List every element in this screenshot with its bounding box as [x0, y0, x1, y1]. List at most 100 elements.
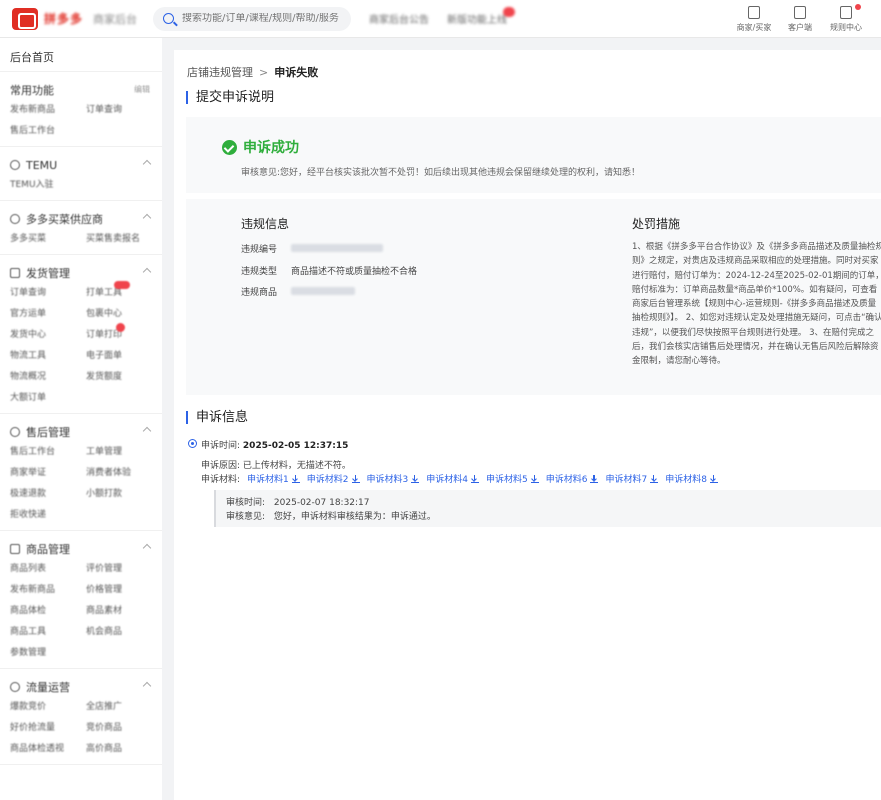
search-icon: [163, 13, 175, 24]
download-icon: [351, 474, 360, 483]
sidebar-item[interactable]: 商品体检透视: [10, 741, 86, 758]
sidebar-item[interactable]: 商品体检: [10, 603, 86, 620]
tool-message[interactable]: 商家/买家: [731, 0, 777, 38]
sidebar: 后台首页 常用功能 编辑 发布新商品 订单查询 售后工作台 TEMU TEMU入…: [0, 38, 162, 800]
sidebar-item[interactable]: 爆款竞价: [10, 699, 86, 716]
edit-link[interactable]: 编辑: [134, 84, 150, 95]
tool-rules[interactable]: 规则中心: [823, 0, 869, 38]
sidebar-item[interactable]: 多多买菜: [10, 231, 86, 248]
punishment-text: 1、根据《拼多多平台合作协议》及《拼多多商品描述及质量抽检规则》之规定，对贵店及…: [632, 242, 881, 367]
review-time-label: 审核时间:: [226, 498, 266, 508]
section-title: 售后管理: [26, 426, 70, 439]
sidebar-item[interactable]: 竞价商品: [86, 720, 156, 737]
gear-icon: [10, 214, 20, 224]
sidebar-item[interactable]: 价格管理: [86, 582, 156, 599]
sidebar-item[interactable]: 极速退款: [10, 486, 86, 503]
material-link-text: 申诉材料5: [485, 475, 528, 485]
sidebar-item[interactable]: 大额订单: [10, 390, 86, 407]
section-header[interactable]: 发货管理: [10, 263, 162, 283]
sidebar-item[interactable]: 订单查询: [10, 285, 86, 302]
material-link-6[interactable]: 申诉材料6: [546, 472, 599, 485]
sidebar-item[interactable]: TEMU入驻: [10, 177, 86, 194]
top-bar: 拼多多 商家后台 商家后台公告 新版功能上线 商家/买家 客户端 规则中心: [0, 0, 881, 38]
sidebar-item[interactable]: 订单查询: [86, 102, 156, 119]
sidebar-item[interactable]: 商品工具: [10, 624, 86, 641]
material-link-1[interactable]: 申诉材料1: [247, 472, 300, 485]
sidebar-item[interactable]: 发布新商品: [10, 582, 86, 599]
sidebar-item[interactable]: 商家举证: [10, 465, 86, 482]
traffic-icon: [10, 682, 20, 692]
search-box[interactable]: [153, 6, 352, 31]
result-title: 申诉成功: [243, 140, 299, 156]
material-link-5[interactable]: 申诉材料5: [486, 472, 539, 485]
search-input[interactable]: [182, 13, 343, 24]
notice-2[interactable]: 新版功能上线: [447, 7, 516, 26]
material-link-7[interactable]: 申诉材料7: [605, 472, 659, 485]
temu-icon: [10, 160, 20, 170]
sidebar-item[interactable]: 评价管理: [86, 561, 156, 578]
sidebar-item[interactable]: 发布新商品: [10, 102, 86, 119]
violation-label: 违规编号: [241, 245, 278, 255]
review-opinion-label: 审核意见:: [226, 512, 266, 522]
material-link-text: 申诉材料7: [605, 475, 648, 485]
section-title: 发货管理: [26, 267, 70, 280]
sidebar-item[interactable]: 买菜售卖报名: [86, 231, 156, 248]
material-link-3[interactable]: 申诉材料3: [367, 472, 420, 485]
sidebar-item[interactable]: 订单打印: [86, 323, 156, 344]
goods-icon: [10, 544, 20, 554]
sidebar-item[interactable]: 参数管理: [10, 645, 86, 662]
sidebar-item[interactable]: 全店推广: [86, 699, 156, 716]
material-link-text: 申诉材料4: [426, 475, 468, 485]
review-time-row: 审核时间: 2025-02-07 18:32:17: [226, 496, 881, 510]
violation-goods-redacted: [291, 287, 355, 295]
result-panel: 申诉成功 审核意见:您好，经平台核实该批次暂不处罚！如后续出现其他违规会保留继续…: [186, 117, 881, 395]
rules-badge: [855, 4, 861, 10]
sidebar-item[interactable]: 售后工作台: [10, 123, 86, 140]
sidebar-item[interactable]: 发货额度: [86, 369, 156, 386]
section-header[interactable]: TEMU: [10, 155, 162, 175]
download-icon: [709, 474, 718, 483]
sidebar-item[interactable]: 打单工具: [86, 281, 156, 302]
sidebar-item[interactable]: 包裹中心: [86, 306, 156, 323]
appeal-section-title: 申诉信息: [186, 411, 248, 424]
sidebar-item[interactable]: 物流工具: [10, 348, 86, 365]
material-link-4[interactable]: 申诉材料4: [426, 472, 479, 485]
review-opinion-row: 审核意见: 您好，申诉材料审核结果为：申诉通过。: [226, 510, 881, 524]
sidebar-item[interactable]: 机会商品: [86, 624, 156, 641]
sidebar-item[interactable]: 消费者体验: [86, 465, 156, 482]
material-link-8[interactable]: 申诉材料8: [665, 472, 718, 485]
download-icon: [590, 474, 599, 483]
notice-1[interactable]: 商家后台公告: [369, 11, 429, 26]
breadcrumb-parent[interactable]: 店铺违规管理: [187, 66, 253, 79]
download-icon: [291, 474, 300, 483]
sidebar-item[interactable]: 小额打款: [86, 486, 156, 503]
download-icon: [530, 474, 539, 483]
material-link-2[interactable]: 申诉材料2: [307, 472, 360, 485]
appeal-reason-row: 申诉原因: 已上传材料，无描述不符。: [201, 458, 351, 471]
sidebar-item[interactable]: 发货中心: [10, 327, 86, 344]
divider: [186, 193, 881, 199]
check-circle-icon: [222, 139, 237, 155]
sidebar-item[interactable]: 拒收快递: [10, 507, 86, 524]
logo[interactable]: 拼多多 商家后台: [12, 7, 137, 30]
section-header[interactable]: 售后管理: [10, 422, 162, 442]
sidebar-item[interactable]: 商品素材: [86, 603, 156, 620]
sidebar-item[interactable]: 工单管理: [86, 444, 156, 461]
sidebar-item[interactable]: 售后工作台: [10, 444, 86, 461]
sidebar-item[interactable]: 电子面单: [86, 348, 156, 365]
rules-icon: [840, 5, 852, 19]
sidebar-item[interactable]: 商品列表: [10, 561, 86, 578]
section-header[interactable]: 流量运营: [10, 677, 162, 697]
sidebar-item[interactable]: 物流概况: [10, 369, 86, 386]
sidebar-item[interactable]: 官方运单: [10, 306, 86, 323]
sidebar-home[interactable]: 后台首页: [0, 38, 162, 72]
section-header[interactable]: 商品管理: [10, 539, 162, 559]
logo-text: 拼多多: [44, 12, 84, 26]
appeal-time: 2025-02-05 12:37:15: [242, 441, 349, 451]
sidebar-section-traffic: 流量运营 爆款竞价 全店推广 好价抢流量 竞价商品 商品体检透视 高价商品: [0, 669, 162, 765]
client-icon: [794, 5, 806, 19]
sidebar-item[interactable]: 高价商品: [86, 741, 156, 758]
sidebar-item[interactable]: 好价抢流量: [10, 720, 86, 737]
section-header[interactable]: 多多买菜供应商: [10, 209, 162, 229]
tool-client[interactable]: 客户端: [777, 0, 823, 38]
